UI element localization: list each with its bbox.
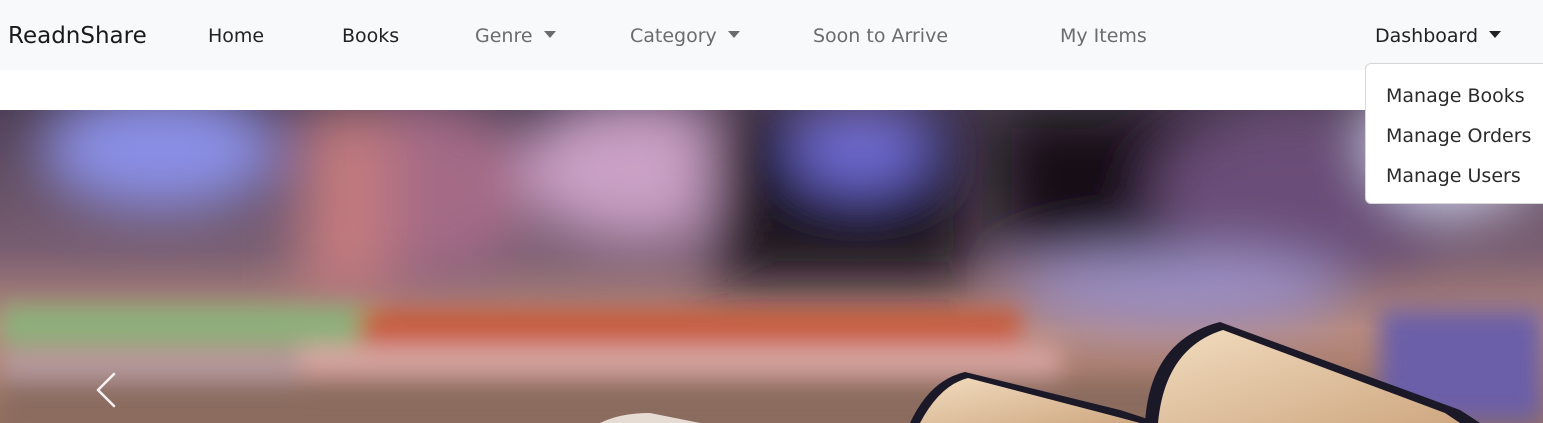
nav-category-dropdown[interactable]: Category	[630, 24, 740, 48]
nav-genre-label: Genre	[475, 25, 533, 47]
nav-dashboard-dropdown[interactable]: Dashboard	[1375, 24, 1502, 48]
dashboard-dropdown-menu: Manage Books Manage Orders Manage Users	[1365, 63, 1543, 204]
nav-books[interactable]: Books	[342, 24, 399, 48]
menu-item-manage-users[interactable]: Manage Users	[1386, 164, 1521, 188]
top-navbar: ReadnShare Home Books Genre Category Soo…	[0, 0, 1543, 70]
carousel-slide-image	[0, 110, 1543, 423]
caret-down-icon	[1489, 31, 1502, 38]
brand-logo[interactable]: ReadnShare	[8, 20, 147, 52]
menu-item-manage-orders[interactable]: Manage Orders	[1386, 124, 1531, 148]
menu-item-manage-books[interactable]: Manage Books	[1386, 84, 1525, 108]
nav-home[interactable]: Home	[208, 24, 264, 48]
chevron-left-icon	[96, 372, 116, 408]
hero-carousel	[0, 110, 1543, 423]
caret-down-icon	[543, 31, 556, 38]
nav-soon-to-arrive[interactable]: Soon to Arrive	[813, 24, 948, 48]
nav-my-items[interactable]: My Items	[1060, 24, 1147, 48]
nav-genre-dropdown[interactable]: Genre	[475, 24, 556, 48]
nav-dashboard-label: Dashboard	[1375, 25, 1479, 47]
caret-down-icon	[727, 31, 740, 38]
nav-category-label: Category	[630, 25, 717, 47]
carousel-prev-button[interactable]	[84, 358, 132, 422]
